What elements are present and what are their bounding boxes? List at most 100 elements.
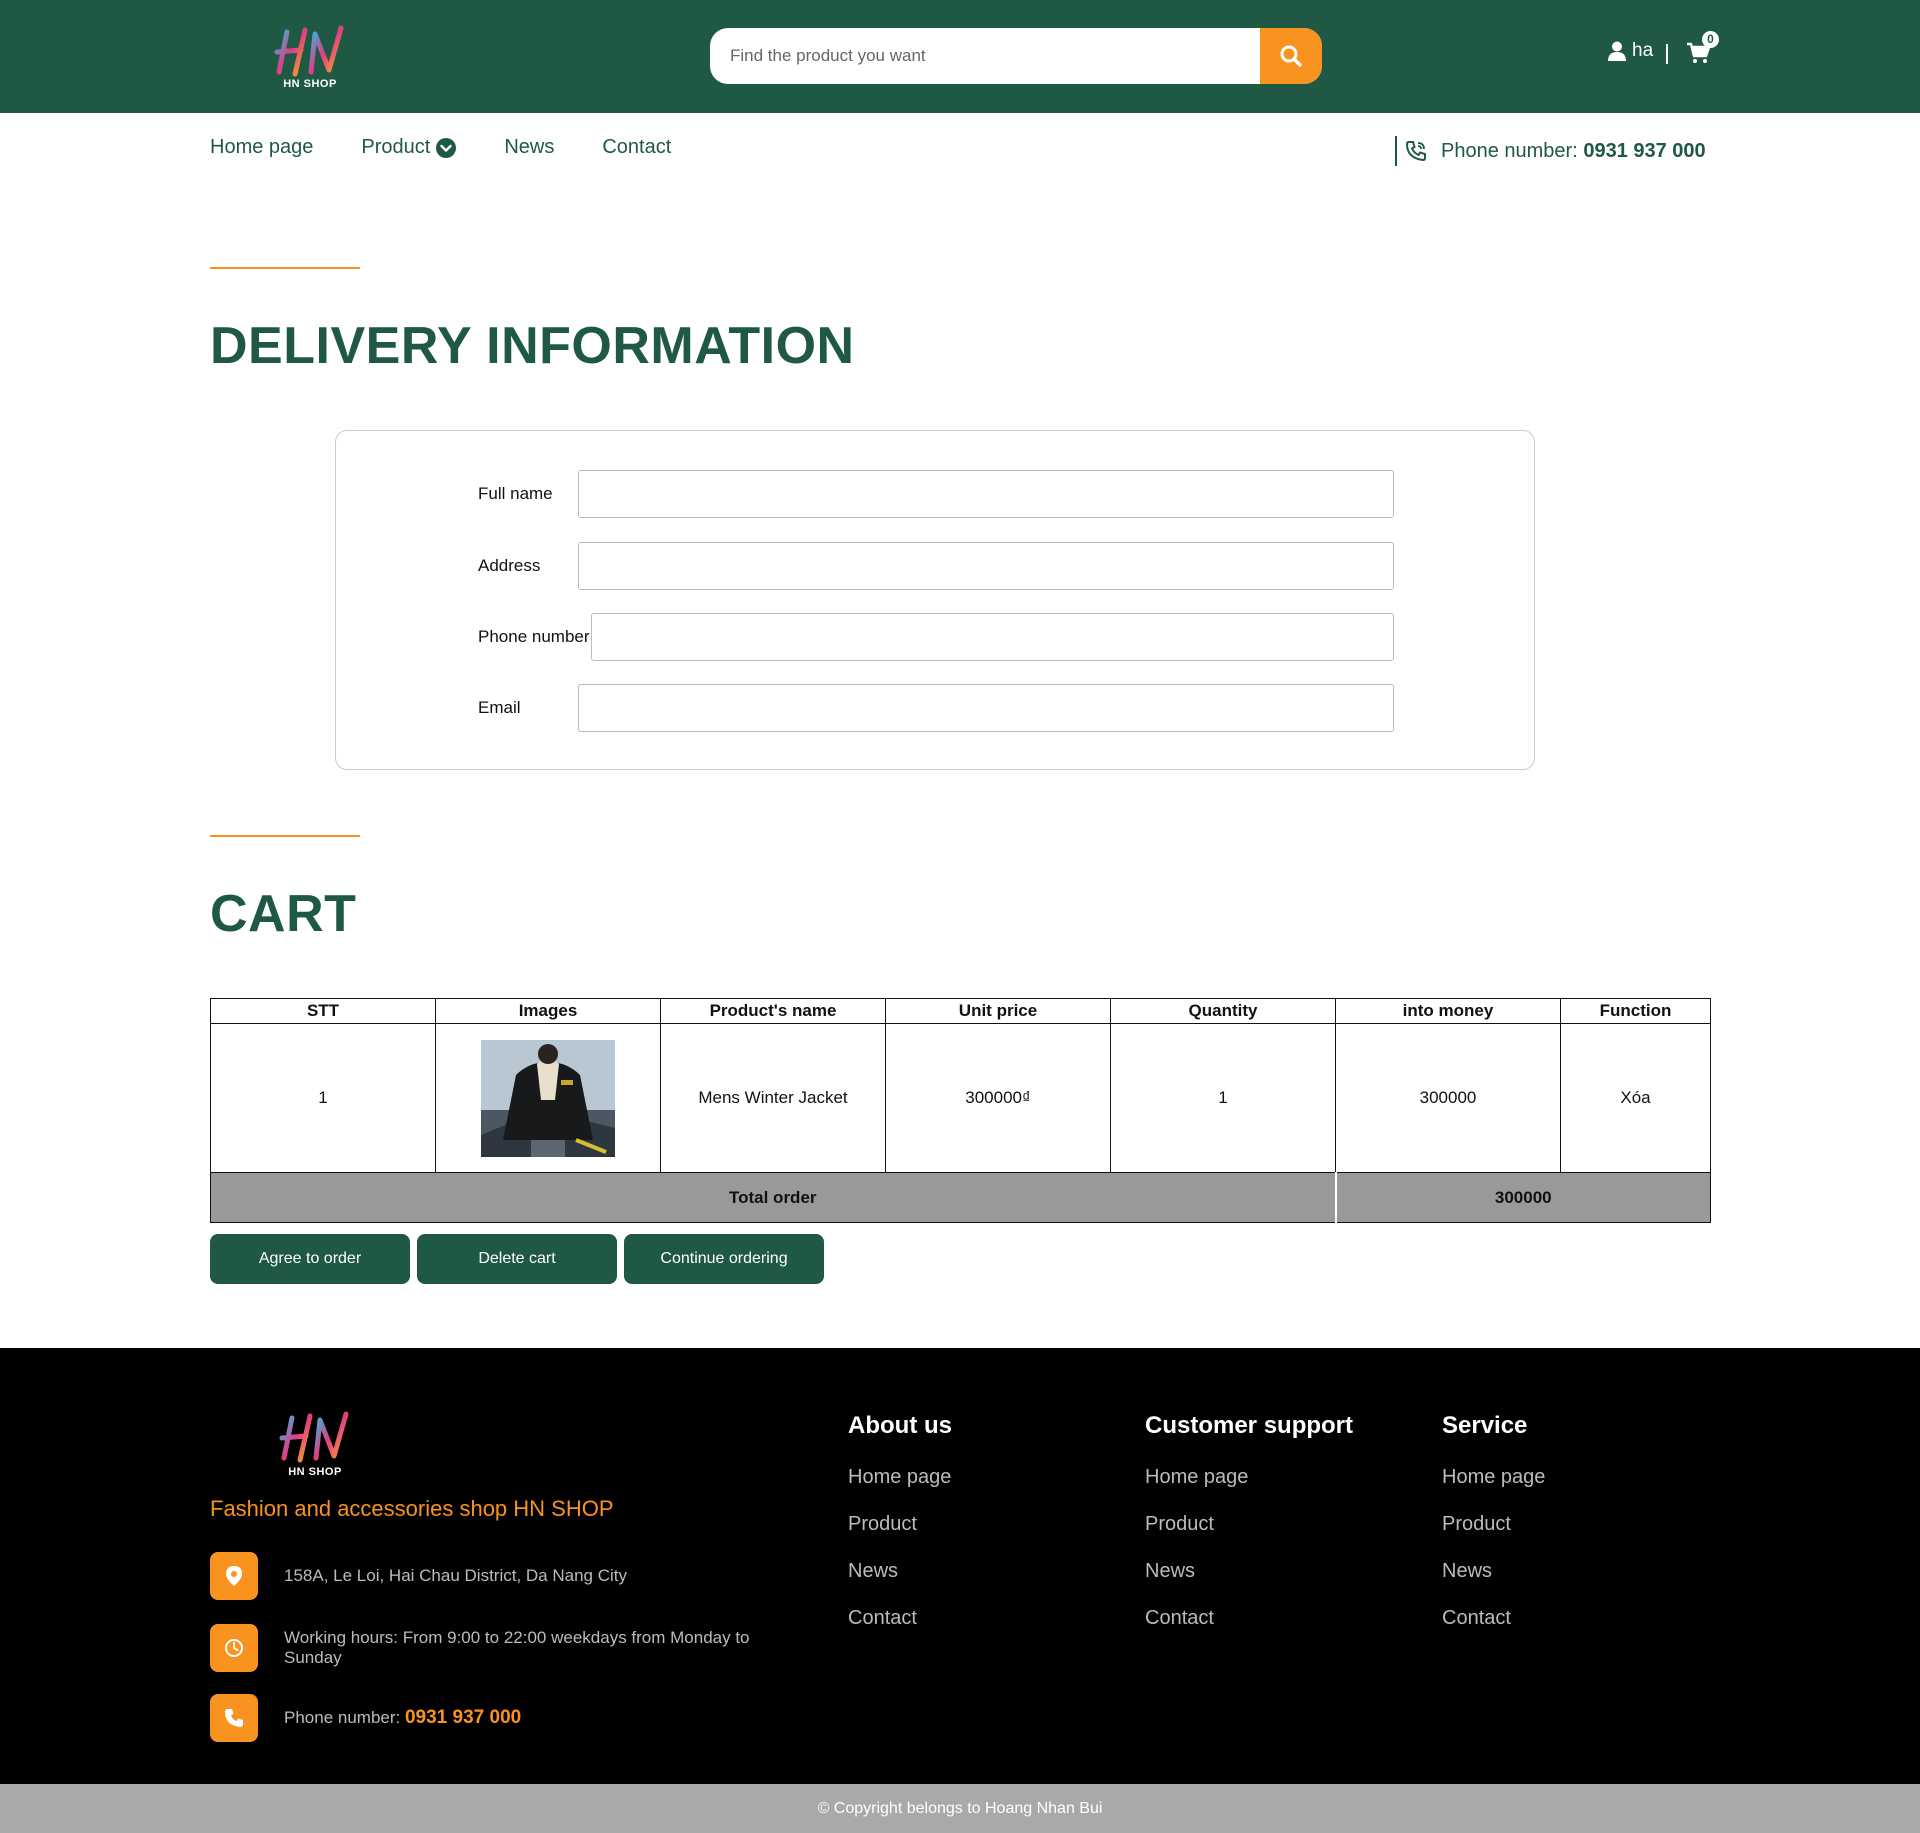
address-input[interactable] [578, 542, 1394, 590]
nav-contact-label: Contact [602, 136, 672, 158]
footer-tagline: Fashion and accessories shop HN SHOP [210, 1496, 614, 1521]
footer-hours-icon-box [210, 1624, 258, 1672]
user-account[interactable]: ha [1608, 40, 1653, 62]
footer-link[interactable]: Product [848, 1513, 952, 1536]
footer-link[interactable]: News [1442, 1560, 1545, 1583]
address-row: Address [336, 542, 1534, 590]
footer-link[interactable]: Contact [1442, 1607, 1545, 1630]
full-name-row: Full name [336, 470, 1534, 518]
agree-to-order-button[interactable]: Agree to order [210, 1234, 410, 1284]
footer-link[interactable]: Home page [1442, 1466, 1545, 1489]
nav-news[interactable]: News [504, 136, 554, 159]
delete-cart-button[interactable]: Delete cart [417, 1234, 617, 1284]
footer-phone: Phone number: 0931 937 000 [210, 1694, 774, 1742]
footer-logo[interactable]: HN SHOP [270, 1408, 360, 1488]
nav-contact[interactable]: Contact [602, 136, 671, 159]
phone-input[interactable] [591, 613, 1394, 661]
col-header-into-money: into money [1335, 998, 1561, 1024]
footer-phone-label: Phone number: [284, 1708, 401, 1727]
footer-address-icon-box [210, 1552, 258, 1600]
total-label: Total order [210, 1172, 1336, 1223]
delivery-form: Full name Address Phone number Email [335, 430, 1535, 770]
remove-item-link[interactable]: Xóa [1620, 1088, 1650, 1107]
cell-image [435, 1023, 661, 1173]
brand-logo[interactable]: HN SHOP [265, 22, 355, 102]
footer-col-title: About us [848, 1412, 952, 1439]
address-label: Address [478, 556, 541, 575]
cart-count-badge: 0 [1702, 31, 1719, 48]
email-label: Email [478, 698, 521, 717]
nav-product-label: Product [361, 136, 431, 158]
cell-stt: 1 [210, 1023, 436, 1173]
footer-link[interactable]: Home page [1145, 1466, 1353, 1489]
footer-link[interactable]: Contact [848, 1607, 952, 1630]
col-header-function: Function [1560, 998, 1711, 1024]
cart-heading-rule [210, 835, 360, 837]
total-value: 300000 [1334, 1172, 1711, 1223]
search-icon [1280, 45, 1302, 67]
cart-table: STT Images Product's name Unit price Qua… [210, 998, 1711, 1223]
footer-link[interactable]: Product [1442, 1513, 1545, 1536]
logo-mark-icon [274, 25, 344, 77]
nav-product[interactable]: Product [361, 136, 457, 159]
product-thumbnail [481, 1039, 615, 1157]
phone-row: Phone number [336, 613, 1534, 661]
table-row: 1 Mens Winter Jacket 300000₫ 1 300000 Xó… [210, 1023, 1711, 1173]
col-header-images: Images [435, 998, 661, 1024]
footer-link[interactable]: News [1145, 1560, 1353, 1583]
search-button[interactable] [1260, 28, 1322, 84]
user-name: ha [1632, 40, 1654, 61]
email-input[interactable] [578, 684, 1394, 732]
location-pin-icon [226, 1566, 242, 1586]
cell-unit-price: 300000₫ [885, 1023, 1111, 1173]
col-header-product-name: Product's name [660, 998, 886, 1024]
main-nav: Home page Product News Contact [210, 136, 671, 159]
col-header-quantity: Quantity [1110, 998, 1336, 1024]
header-phone-label: Phone number: [1441, 139, 1578, 162]
delivery-heading: DELIVERY INFORMATION [210, 317, 855, 375]
header-divider [1666, 44, 1668, 64]
footer-col-title: Customer support [1145, 1412, 1354, 1439]
chevron-down-icon [436, 137, 457, 158]
footer-logo-shop-label: HN SHOP [288, 1466, 342, 1478]
col-header-unit-price: Unit price [885, 998, 1111, 1024]
header-phone: Phone number: 0931 937 000 [1395, 136, 1706, 166]
cart-actions: Agree to order Delete cart Continue orde… [210, 1234, 824, 1284]
phone-label: Phone number [478, 627, 590, 646]
footer-col-title: Service [1442, 1412, 1528, 1439]
clock-icon [225, 1639, 243, 1657]
top-header: HN SHOP ha 0 [0, 0, 1920, 113]
footer-address: 158A, Le Loi, Hai Chau District, Da Nang… [210, 1552, 774, 1600]
user-icon [1608, 41, 1626, 61]
footer-link[interactable]: Home page [848, 1466, 952, 1489]
footer-link[interactable]: News [848, 1560, 952, 1583]
copyright-bar: © Copyright belongs to Hoang Nhan Bui [0, 1784, 1920, 1833]
footer-hours-text: Working hours: From 9:00 to 22:00 weekda… [284, 1628, 750, 1667]
nav-home-label: Home page [210, 136, 314, 158]
footer-col-service: Service Home page Product News Contact [1442, 1412, 1545, 1654]
cell-product-name: Mens Winter Jacket [660, 1023, 886, 1173]
logo-shop-label: HN SHOP [283, 78, 337, 90]
footer-col-about: About us Home page Product News Contact [848, 1412, 952, 1654]
total-row: Total order 300000 [210, 1172, 1711, 1223]
continue-ordering-button[interactable]: Continue ordering [624, 1234, 824, 1284]
cell-into-money: 300000 [1335, 1023, 1561, 1173]
nav-news-label: News [504, 136, 555, 158]
footer-phone-number: 0931 937 000 [404, 1707, 522, 1728]
search-bar [710, 28, 1322, 84]
full-name-input[interactable] [578, 470, 1394, 518]
search-input[interactable] [710, 28, 1260, 84]
cart-heading: CART [210, 885, 357, 943]
footer-phone-text: Phone number: 0931 937 000 [284, 1708, 774, 1728]
footer-col-customer-support: Customer support Home page Product News … [1145, 1412, 1353, 1654]
nav-home[interactable]: Home page [210, 136, 313, 159]
col-header-stt: STT [210, 998, 436, 1024]
footer-link[interactable]: Product [1145, 1513, 1353, 1536]
cell-function: Xóa [1560, 1023, 1711, 1173]
full-name-label: Full name [478, 484, 553, 503]
footer-address-text: 158A, Le Loi, Hai Chau District, Da Nang… [284, 1566, 627, 1585]
footer-link[interactable]: Contact [1145, 1607, 1353, 1630]
phone-icon [1405, 141, 1426, 162]
cart-table-header: STT Images Product's name Unit price Qua… [210, 998, 1711, 1024]
footer-phone-icon-box [210, 1694, 258, 1742]
